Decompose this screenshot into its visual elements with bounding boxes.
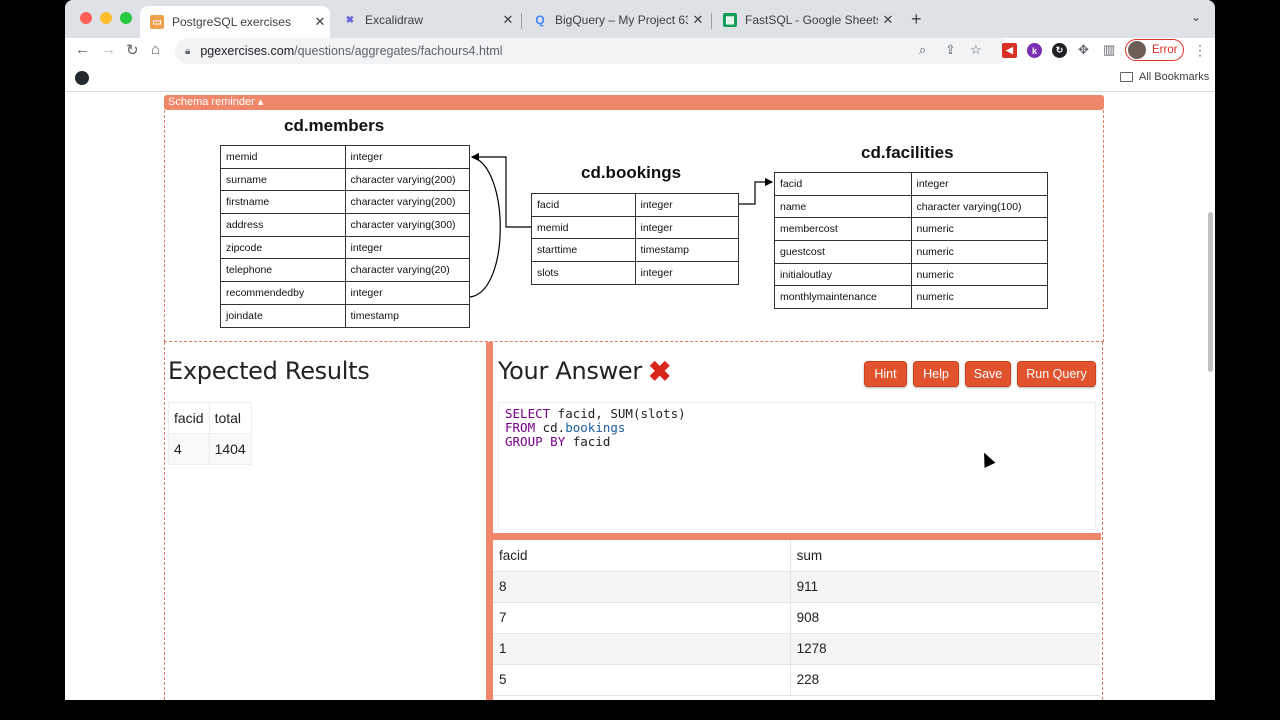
bookings-memid-to-members-arrow bbox=[470, 152, 531, 228]
avatar bbox=[1128, 41, 1146, 59]
sync-extension-icon[interactable]: ↻ bbox=[1052, 43, 1067, 58]
column-header[interactable]: total bbox=[208, 402, 252, 434]
minimize-window-button[interactable] bbox=[100, 12, 112, 24]
tab-label: FastSQL - Google Sheets bbox=[745, 13, 878, 27]
your-answer-title: Your Answer bbox=[498, 357, 642, 385]
sql-text: facid, SUM(slots) bbox=[550, 406, 686, 421]
chevron-down-icon[interactable]: ⌄ bbox=[1191, 10, 1201, 24]
back-icon[interactable]: ← bbox=[75, 41, 90, 58]
relationship-arrows bbox=[469, 152, 774, 298]
url-host: pgexercises.com bbox=[200, 44, 295, 58]
new-tab-icon[interactable]: + bbox=[911, 9, 922, 30]
all-bookmarks-button[interactable]: All Bookmarks bbox=[1120, 71, 1209, 83]
column-header[interactable]: sum bbox=[789, 540, 1100, 572]
x-mark-icon: ✖ bbox=[648, 356, 672, 387]
close-window-button[interactable] bbox=[80, 12, 92, 24]
forward-icon[interactable]: → bbox=[101, 41, 116, 58]
github-icon[interactable] bbox=[75, 71, 89, 85]
bookmarks-bar: All Bookmarks bbox=[65, 64, 1215, 92]
excalidraw-icon: ✖ bbox=[345, 14, 355, 26]
tab-strip: ▭ PostgreSQL exercises ✕ ✖ Excalidraw ✕ … bbox=[65, 0, 1215, 38]
expected-results-panel bbox=[164, 342, 486, 700]
menu-kebab-icon[interactable]: ⋮ bbox=[1193, 42, 1207, 59]
all-bookmarks-label: All Bookmarks bbox=[1139, 71, 1210, 83]
table-cell: 908 bbox=[789, 602, 1100, 634]
page-content: Schema reminder ▴ cd.members memid intege… bbox=[65, 92, 1215, 700]
horizontal-splitter[interactable] bbox=[493, 533, 1101, 540]
bookings-facid-to-facilities-arrow bbox=[739, 177, 774, 205]
expected-results-table: facid total 4 1404 bbox=[168, 402, 252, 465]
sql-keyword: GROUP bbox=[505, 434, 543, 449]
address-bar[interactable]: 🔒︎ pgexercises.com/questions/aggregates/… bbox=[175, 38, 1010, 64]
k-extension-icon[interactable]: k bbox=[1027, 43, 1042, 58]
save-button[interactable]: Save bbox=[965, 361, 1011, 387]
zoom-icon[interactable]: ⌕ bbox=[919, 42, 926, 58]
table-cell: 1278 bbox=[789, 633, 1100, 665]
help-button[interactable]: Help bbox=[913, 361, 959, 387]
table-cell: 5 bbox=[493, 664, 791, 696]
tab-label: PostgreSQL exercises bbox=[172, 15, 291, 29]
table-row: 8 911 bbox=[493, 571, 1100, 603]
tab-label: BigQuery – My Project 63434 bbox=[555, 13, 688, 27]
tab-excalidraw[interactable]: ✖ Excalidraw ✕ bbox=[333, 6, 518, 34]
table-cell: 1404 bbox=[208, 433, 252, 465]
close-icon[interactable]: ✕ bbox=[878, 12, 898, 28]
query-results-table: facid sum 8 911 7 908 1 1278 5 228 bbox=[493, 540, 1100, 696]
tab-bigquery[interactable]: Q BigQuery – My Project 63434 ✕ bbox=[523, 6, 708, 34]
url-path: /questions/aggregates/fachours4.html bbox=[294, 44, 503, 58]
tab-separator bbox=[521, 13, 522, 29]
table-cell: 7 bbox=[493, 602, 791, 634]
table-cell: 911 bbox=[789, 571, 1100, 603]
sql-text: cd. bbox=[535, 420, 566, 435]
column-header[interactable]: facid bbox=[168, 402, 210, 434]
sql-keyword: SELECT bbox=[505, 406, 551, 421]
sql-text: facid bbox=[565, 434, 611, 449]
reload-icon[interactable]: ↻ bbox=[126, 41, 139, 59]
browser-toolbar: ← → ↻ ⌂ 🔒︎ pgexercises.com/questions/agg… bbox=[65, 38, 1215, 64]
tab-postgresql-exercises[interactable]: ▭ PostgreSQL exercises ✕ bbox=[140, 6, 330, 38]
close-icon[interactable]: ✕ bbox=[688, 12, 708, 28]
table-cell: 228 bbox=[789, 664, 1100, 696]
close-icon[interactable]: ✕ bbox=[310, 14, 330, 30]
extensions-puzzle-icon[interactable]: ✥ bbox=[1078, 42, 1089, 58]
close-icon[interactable]: ✕ bbox=[498, 12, 518, 28]
home-icon[interactable]: ⌂ bbox=[151, 41, 160, 58]
profile-status-label: Error bbox=[1152, 44, 1178, 56]
page-scrollbar[interactable] bbox=[1208, 212, 1213, 372]
lock-icon[interactable]: 🔒︎ bbox=[185, 46, 190, 57]
profile-error-button[interactable]: Error bbox=[1125, 39, 1184, 61]
panel-border bbox=[1102, 342, 1103, 700]
sql-keyword: FROM bbox=[505, 420, 536, 435]
bigquery-icon: Q bbox=[535, 13, 545, 27]
sql-editor[interactable]: SELECT facid, SUM(slots) FROM cd.booking… bbox=[498, 402, 1096, 530]
tab-label: Excalidraw bbox=[365, 13, 424, 27]
bookmark-star-icon[interactable]: ☆ bbox=[970, 42, 982, 58]
megaphone-extension-icon[interactable]: ◀ bbox=[1002, 43, 1017, 58]
table-row: 7 908 bbox=[493, 602, 1100, 634]
column-header[interactable]: facid bbox=[493, 540, 791, 572]
tab-google-sheets[interactable]: ▦ FastSQL - Google Sheets ✕ bbox=[713, 6, 898, 34]
sql-keyword: BY bbox=[550, 434, 566, 449]
tab-separator bbox=[711, 13, 712, 29]
vertical-splitter[interactable] bbox=[486, 342, 493, 700]
table-row: 1 1278 bbox=[493, 633, 1100, 665]
expected-results-title: Expected Results bbox=[168, 357, 370, 385]
pg-icon: ▭ bbox=[150, 15, 164, 29]
table-row: 5 228 bbox=[493, 664, 1100, 696]
folder-icon bbox=[1120, 72, 1133, 82]
table-cell: 8 bbox=[493, 571, 791, 603]
share-icon[interactable]: ⇪ bbox=[945, 42, 956, 58]
table-row: 4 1404 bbox=[168, 433, 252, 465]
run-query-button[interactable]: Run Query bbox=[1017, 361, 1096, 387]
sheets-icon: ▦ bbox=[723, 13, 737, 27]
zoom-window-button[interactable] bbox=[120, 12, 132, 24]
recommendedby-self-arrow bbox=[469, 156, 501, 298]
browser-window: ▭ PostgreSQL exercises ✕ ✖ Excalidraw ✕ … bbox=[65, 0, 1215, 700]
side-panel-icon[interactable]: ▥ bbox=[1103, 42, 1115, 58]
sql-property: bookings bbox=[565, 420, 626, 435]
table-cell: 4 bbox=[168, 433, 210, 465]
hint-button[interactable]: Hint bbox=[864, 361, 907, 387]
table-cell: 1 bbox=[493, 633, 791, 665]
